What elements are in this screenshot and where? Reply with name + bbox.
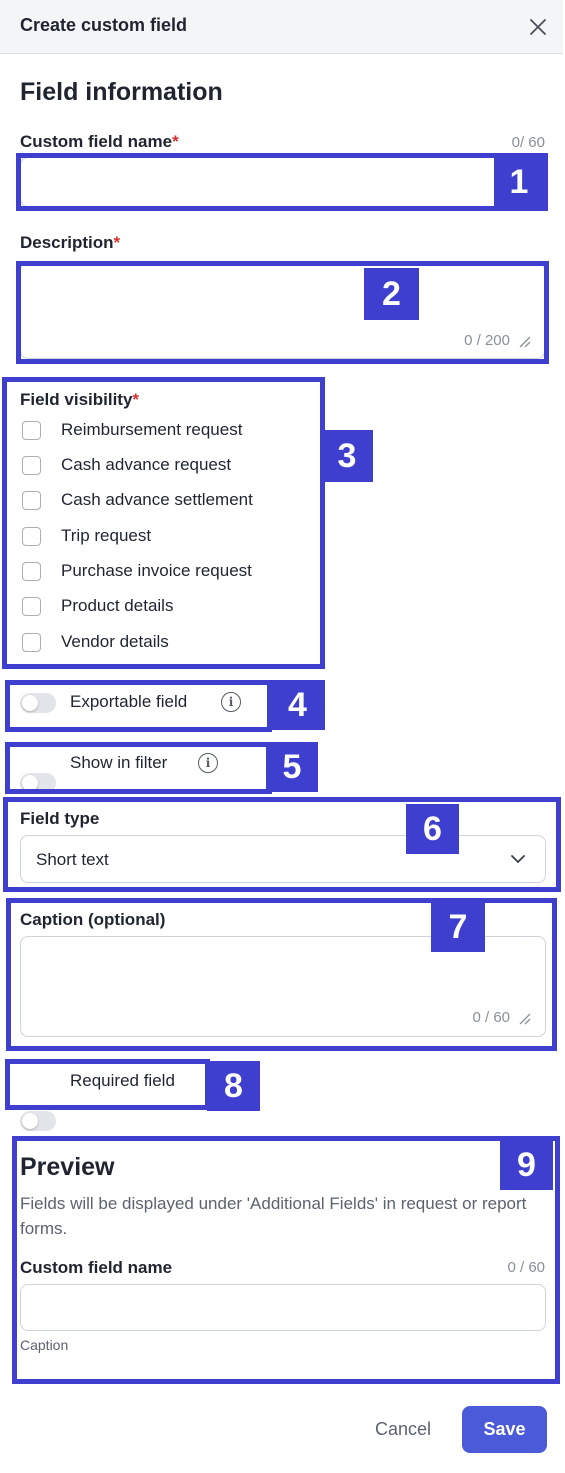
section-title: Field information (20, 78, 223, 106)
annotation-box-4 (5, 680, 272, 732)
annotation-badge-6: 6 (406, 804, 459, 854)
annotation-badge-1: 1 (494, 157, 544, 207)
annotation-badge-3: 3 (321, 430, 373, 482)
annotation-box-8 (5, 1059, 210, 1110)
annotation-box-9 (12, 1136, 560, 1384)
annotation-box-1 (16, 153, 548, 211)
modal-title: Create custom field (20, 15, 188, 35)
annotation-box-5 (5, 742, 272, 794)
annotation-badge-4: 4 (270, 680, 325, 730)
required-field-toggle[interactable] (20, 1111, 56, 1131)
annotation-badge-9: 9 (500, 1140, 553, 1190)
cancel-button[interactable]: Cancel (375, 1419, 431, 1440)
annotation-badge-5: 5 (266, 742, 318, 792)
description-label: Description* (20, 233, 121, 252)
annotation-box-3 (2, 377, 325, 669)
annotation-badge-8: 8 (207, 1061, 260, 1111)
save-button[interactable]: Save (462, 1406, 547, 1453)
annotation-box-2 (16, 261, 549, 364)
annotation-badge-2: 2 (364, 268, 419, 320)
close-icon[interactable] (528, 17, 548, 37)
custom-field-name-counter: 0/ 60 (511, 134, 545, 151)
annotation-badge-7: 7 (431, 902, 485, 952)
custom-field-name-label: Custom field name* (20, 132, 179, 151)
annotation-box-6 (3, 797, 561, 892)
